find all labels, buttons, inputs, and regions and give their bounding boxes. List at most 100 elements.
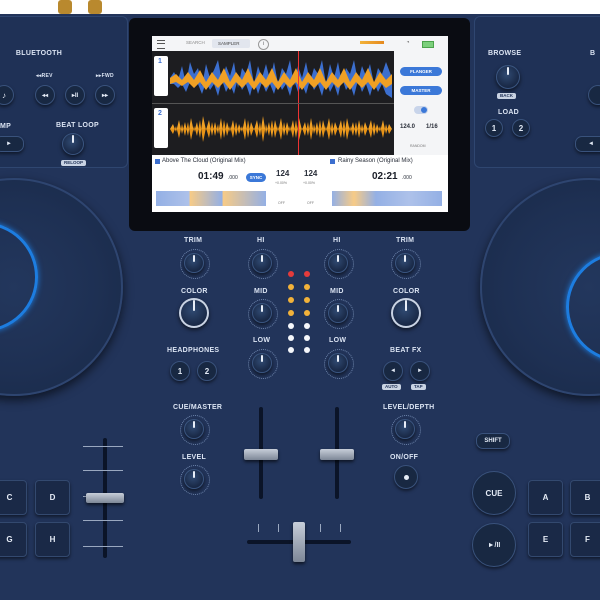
trim-label-right: TRIM bbox=[396, 237, 415, 244]
reloop-label: RELOOP bbox=[61, 160, 87, 166]
hi-label-left: HI bbox=[257, 237, 265, 244]
deck-1-overview bbox=[156, 191, 266, 206]
shift-button[interactable]: SHIFT bbox=[476, 433, 510, 449]
deck-2-ms: .000 bbox=[402, 175, 412, 181]
top-connector bbox=[88, 0, 102, 14]
deck-1-title: Above The Cloud (Original Mix) bbox=[162, 158, 246, 164]
pad-f[interactable]: F bbox=[570, 522, 600, 557]
arrow-right-icon: ► bbox=[417, 368, 423, 374]
level-led bbox=[304, 271, 310, 277]
mid-label-right: MID bbox=[330, 288, 344, 295]
waveform-deck-1 bbox=[170, 60, 392, 98]
deck-2-time: 02:21 bbox=[372, 171, 398, 182]
arrow-left-icon: ◄ bbox=[390, 368, 396, 374]
deck-1-pct: +0.00% bbox=[275, 181, 287, 185]
hi-knob-right[interactable] bbox=[328, 253, 348, 273]
touch-display[interactable]: SEARCH SAMPLER i ◔ 1 2 FLANGER MASTER 12… bbox=[152, 36, 448, 212]
tempo-tick bbox=[83, 446, 123, 447]
rev-button[interactable]: ◂◂ bbox=[35, 85, 55, 105]
wifi-icon[interactable]: ◔ bbox=[406, 40, 410, 46]
tab-search[interactable]: SEARCH bbox=[186, 40, 205, 45]
pad-b[interactable]: B bbox=[570, 480, 600, 515]
rev-label: ◂◂REV bbox=[36, 73, 53, 79]
pad-g[interactable]: G bbox=[0, 522, 27, 557]
level-led bbox=[304, 323, 310, 329]
cue-button[interactable]: CUE bbox=[472, 471, 516, 515]
play-pause-icon: ▸II bbox=[71, 92, 79, 99]
beat-fx-right-button[interactable]: ► bbox=[410, 361, 430, 381]
menu-icon[interactable] bbox=[157, 40, 165, 49]
hi-label-right: HI bbox=[333, 237, 341, 244]
fx-flanger-button[interactable]: FLANGER bbox=[400, 67, 442, 76]
deck-2-title: Rainy Season (Original Mix) bbox=[338, 158, 413, 164]
load-1-button[interactable]: 1 bbox=[485, 119, 503, 137]
beat-loop-knob[interactable] bbox=[62, 133, 84, 155]
mid-knob-right[interactable] bbox=[328, 303, 348, 323]
fx-master-button[interactable]: MASTER bbox=[400, 86, 442, 95]
color-knob-left[interactable] bbox=[179, 298, 209, 328]
browse-label: BROWSE bbox=[488, 50, 522, 57]
mid-knob-left[interactable] bbox=[252, 303, 272, 323]
beat-fx-left-button[interactable]: ◄ bbox=[383, 361, 403, 381]
tap-label: TAP bbox=[411, 384, 426, 390]
color-knob-right[interactable] bbox=[391, 298, 421, 328]
level-led bbox=[304, 297, 310, 303]
right-in-out-button[interactable]: ◄ bbox=[575, 136, 600, 152]
level-knob[interactable] bbox=[184, 469, 204, 489]
fx-random-label[interactable]: RANDOM bbox=[410, 144, 426, 148]
low-knob-left[interactable] bbox=[252, 353, 272, 373]
level-led bbox=[288, 297, 294, 303]
fx-beat-value: 1/16 bbox=[426, 124, 438, 130]
channel-2-fader-cap[interactable] bbox=[320, 449, 354, 460]
channel-1-fader-cap[interactable] bbox=[244, 449, 278, 460]
hi-knob-left[interactable] bbox=[252, 253, 272, 273]
pad-c[interactable]: C bbox=[0, 480, 27, 515]
trim-knob-left[interactable] bbox=[184, 253, 204, 273]
play-arrow-icon: ► bbox=[6, 141, 12, 147]
deck-2-pct: +0.00% bbox=[303, 181, 315, 185]
level-led bbox=[288, 310, 294, 316]
low-knob-right[interactable] bbox=[328, 353, 348, 373]
headphones-label: HEADPHONES bbox=[167, 347, 220, 354]
headphone-icon: ♪ bbox=[2, 90, 6, 100]
level-led bbox=[288, 271, 294, 277]
fx-on-off-button[interactable] bbox=[394, 465, 418, 489]
info-icon[interactable]: i bbox=[258, 39, 269, 50]
level-led bbox=[288, 335, 294, 341]
right-partial-label: B bbox=[590, 50, 596, 57]
deck-1-key-off: OFF bbox=[278, 201, 285, 205]
pad-e[interactable]: E bbox=[528, 522, 563, 557]
pad-d[interactable]: D bbox=[35, 480, 70, 515]
fx-toggle[interactable] bbox=[414, 106, 428, 114]
auto-label: AUTO bbox=[382, 384, 401, 390]
level-led bbox=[288, 347, 294, 353]
play-pause-button[interactable]: ►/II bbox=[472, 523, 516, 567]
level-depth-knob[interactable] bbox=[395, 419, 415, 439]
waveform-deck-2 bbox=[170, 116, 392, 142]
deck-2-color-marker bbox=[330, 159, 335, 164]
load-2-button[interactable]: 2 bbox=[512, 119, 530, 137]
fx-bpm-value: 124.0 bbox=[400, 124, 416, 130]
dot-icon bbox=[403, 474, 409, 480]
headphones-1-button[interactable]: 1 bbox=[170, 361, 190, 381]
low-label-right: LOW bbox=[329, 337, 347, 344]
tempo-tick bbox=[83, 520, 123, 521]
crossfader-tick bbox=[278, 524, 279, 532]
trim-knob-right[interactable] bbox=[395, 253, 415, 273]
fwd-button[interactable]: ▸▸ bbox=[95, 85, 115, 105]
left-arrow-icon: ◄ bbox=[588, 141, 594, 147]
deck-1-sync-button[interactable]: SYNC bbox=[246, 173, 266, 182]
tab-sampler[interactable]: SAMPLER bbox=[212, 39, 250, 48]
cue-master-knob[interactable] bbox=[184, 419, 204, 439]
deck-1-time: 01:49 bbox=[198, 171, 224, 182]
deck-1-ms: .000 bbox=[228, 175, 238, 181]
play-pause-bt-button[interactable]: ▸II bbox=[65, 85, 85, 105]
in-out-button[interactable]: ► bbox=[0, 136, 24, 152]
crossfader-cap[interactable] bbox=[293, 522, 305, 562]
pad-a[interactable]: A bbox=[528, 480, 563, 515]
pad-h[interactable]: H bbox=[35, 522, 70, 557]
browse-knob[interactable] bbox=[496, 65, 520, 89]
headphones-2-button[interactable]: 2 bbox=[197, 361, 217, 381]
top-connector bbox=[58, 0, 72, 14]
left-tempo-slider-cap[interactable] bbox=[86, 493, 124, 503]
